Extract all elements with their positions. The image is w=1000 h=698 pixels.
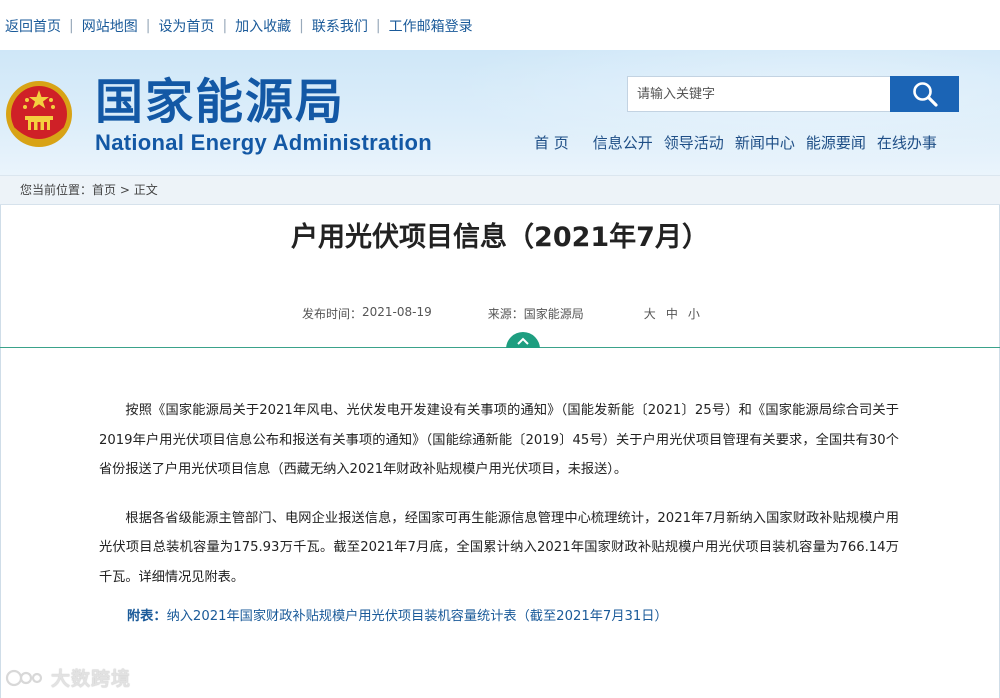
article-paragraph: 根据各省级能源主管部门、电网企业报送信息，经国家可再生能源信息管理中心梳理统计，… [99, 510, 899, 585]
nav-item-news[interactable]: 新闻中心 [735, 132, 795, 153]
watermark: 大数跨境 [5, 664, 131, 691]
chevron-up-icon [517, 337, 529, 345]
breadcrumb: 您当前位置：首页 > 正文 [0, 175, 1000, 205]
source-label: 来源： [487, 307, 524, 321]
source-name: 国家能源局 [523, 307, 584, 321]
top-nav: 返回首页 | 网站地图 | 设为首页 | 加入收藏 | 联系我们 | 工作邮箱登录 [5, 16, 473, 36]
divider [0, 347, 1000, 348]
font-size-switcher: 大中小 [644, 305, 710, 322]
search-input[interactable] [627, 76, 890, 112]
top-bar: 返回首页 | 网站地图 | 设为首页 | 加入收藏 | 联系我们 | 工作邮箱登录 [0, 0, 1000, 50]
separator: | [145, 18, 151, 34]
search-button[interactable] [890, 76, 959, 112]
site-name-cn[interactable]: 国家能源局 [95, 74, 345, 130]
collapse-toggle[interactable] [506, 332, 540, 348]
top-link-sitemap[interactable]: 网站地图 [82, 16, 138, 36]
separator: | [222, 18, 228, 34]
separator: | [69, 18, 74, 34]
publish-date: 2021-08-19 [362, 305, 432, 319]
breadcrumb-home[interactable]: 首页 [92, 183, 116, 197]
article-title: 户用光伏项目信息（2021年7月） [291, 222, 709, 253]
header-decoration [380, 50, 1000, 175]
breadcrumb-current: 正文 [133, 183, 158, 197]
font-size-medium[interactable]: 中 [666, 307, 678, 321]
nav-item-home[interactable]: 首 页 [534, 132, 569, 153]
national-emblem-icon [6, 81, 72, 147]
article-paragraph: 按照《国家能源局关于2021年风电、光伏发电开发建设有关事项的通知》（国能发新能… [99, 403, 899, 477]
top-link-mail-login[interactable]: 工作邮箱登录 [389, 16, 473, 36]
search-icon [912, 82, 938, 107]
site-header: 国家能源局 National Energy Administration 首 页… [0, 50, 1000, 175]
attachment-label: 附表： [127, 609, 167, 624]
nav-item-info-disclosure[interactable]: 信息公开 [593, 132, 653, 153]
font-size-large[interactable]: 大 [644, 307, 656, 321]
site-name-en[interactable]: National Energy Administration [95, 130, 432, 156]
font-size-small[interactable]: 小 [688, 307, 700, 321]
article-body: 按照《国家能源局关于2021年风电、光伏发电开发建设有关事项的通知》（国能发新能… [99, 396, 899, 611]
top-link-contact[interactable]: 联系我们 [312, 16, 368, 36]
article-meta: 发布时间： 2021-08-19 来源：国家能源局 大中小 [302, 305, 710, 322]
watermark-text: 大数跨境 [51, 668, 132, 690]
attachment-line: 附表：纳入2021年国家财政补贴规模户用光伏项目装机容量统计表（截至2021年7… [127, 605, 668, 624]
attachment-link[interactable]: 纳入2021年国家财政补贴规模户用光伏项目装机容量统计表（截至2021年7月31… [167, 609, 668, 624]
search-box [627, 76, 959, 112]
breadcrumb-separator: > [116, 183, 134, 197]
top-link-bookmark[interactable]: 加入收藏 [235, 16, 291, 36]
main-nav: 首 页 信息公开 领导活动 新闻中心 能源要闻 在线办事 [534, 132, 937, 153]
watermark-logo-icon [5, 669, 43, 686]
publish-label: 发布时间： [302, 307, 363, 321]
top-link-home[interactable]: 返回首页 [5, 16, 61, 36]
top-link-set-homepage[interactable]: 设为首页 [158, 16, 214, 36]
nav-item-energy-news[interactable]: 能源要闻 [806, 132, 866, 153]
separator: | [299, 18, 304, 34]
separator: | [375, 18, 381, 34]
nav-item-online-services[interactable]: 在线办事 [877, 132, 937, 153]
nav-item-leadership[interactable]: 领导活动 [664, 132, 724, 153]
breadcrumb-prefix: 您当前位置： [20, 183, 93, 197]
